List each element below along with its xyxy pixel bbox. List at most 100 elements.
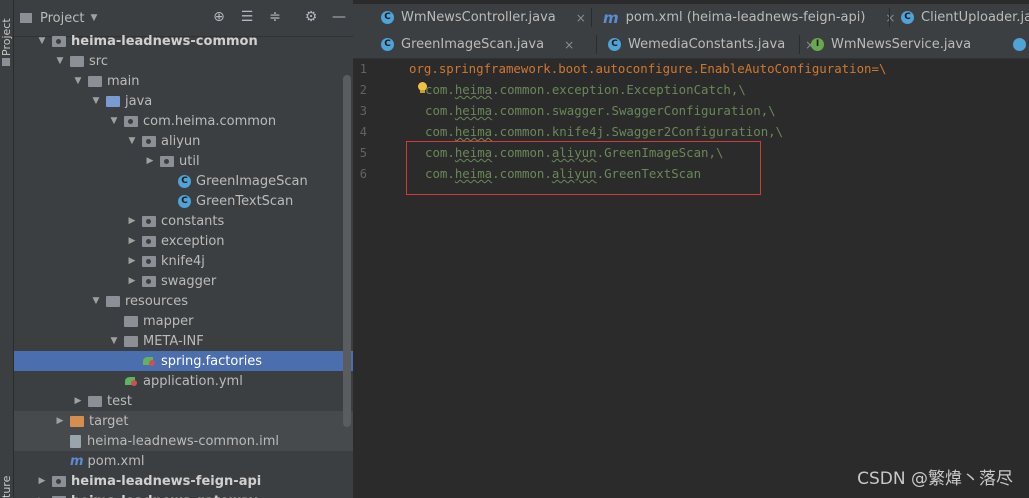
tree-item[interactable]: ▼ src [14,51,353,71]
java-class-icon: C [608,38,621,51]
chevron-down-icon[interactable]: ▼ [90,296,102,306]
expand-all-icon[interactable]: ☰ [239,9,255,25]
tree-item-label: mapper [143,313,194,329]
tree-item[interactable]: ▶spring.factories [14,351,353,371]
tree-item-label: spring.factories [161,353,263,369]
tree-item[interactable]: ▶ test [14,391,353,411]
tree-item[interactable]: ▼ aliyun [14,131,353,151]
tree-item[interactable]: ▶heima-leadnews-gateway [14,491,353,498]
chevron-right-icon[interactable]: ▶ [126,236,138,246]
tab-label: WmNewsController.java [401,10,556,25]
crosshair-icon[interactable]: ⊕ [211,9,227,25]
close-icon[interactable]: × [576,11,586,25]
chevron-right-icon[interactable]: ▶ [126,216,138,226]
project-view-icon [20,13,32,23]
editor-tab[interactable]: C GreenImageScan.java × [381,31,574,58]
close-icon[interactable]: × [885,11,895,25]
tree-item[interactable]: ▶ constants [14,211,353,231]
editor-tab[interactable]: m pom.xml (heima-leadnews-feign-api) × [603,4,895,31]
code-line-2[interactable]: com.heima.common.exception.ExceptionCatc… [425,82,746,97]
chevron-down-icon[interactable]: ▼ [108,116,120,126]
package-icon [160,155,174,167]
tree-item-label: heima-leadnews-gateway [71,494,258,498]
code-line-4[interactable]: com.heima.common.knife4j.Swagger2Configu… [425,124,783,139]
tree-scrollbar[interactable] [343,75,351,427]
tree-item[interactable]: ▼ com.heima.common [14,111,353,131]
minimize-icon[interactable]: — [331,9,347,25]
chevron-right-icon[interactable]: ▶ [54,416,66,426]
project-view-selector[interactable]: Project [40,11,84,26]
tree-item[interactable]: ▶ knife4j [14,251,353,271]
tab-label: ClientUploader.java [921,10,1029,25]
chevron-right-icon[interactable]: ▶ [126,256,138,266]
tree-item[interactable]: ▶ target [14,411,353,431]
tree-item-label: target [89,413,129,429]
tree-item[interactable]: ▼ resources [14,291,353,311]
structure-tool-button[interactable]: ture [0,470,13,498]
tree-item-label: java [125,93,153,109]
java-class-icon: C [381,38,394,51]
chevron-down-icon[interactable]: ▼ [36,36,48,46]
editor-tab[interactable]: CWemediaConstants.java× [608,31,815,58]
tree-item[interactable]: ▶CGreenImageScan [14,171,353,191]
tree-item-label: test [107,393,132,409]
tree-item[interactable]: ▶CGreenTextScan [14,191,353,211]
java-class-icon[interactable] [1013,38,1026,51]
tool-window-strip: Project ture [0,0,14,498]
project-tool-button[interactable]: Project [0,4,13,56]
chevron-down-icon[interactable]: ▼ [90,96,102,106]
tree-item[interactable]: ▼ heima-leadnews-common [14,31,353,51]
tree-item[interactable]: ▶ swagger [14,271,353,291]
code-token: com. [425,124,455,139]
tree-item-label: META-INF [143,333,204,349]
chevron-down-icon[interactable]: ▼ [126,136,138,146]
tree-item-label: src [89,53,108,69]
module-icon [52,35,66,47]
chevron-right-icon[interactable]: ▶ [126,276,138,286]
tree-item-label: main [107,73,140,89]
gear-icon[interactable]: ⚙ [303,9,319,25]
editor-area: C WmNewsController.java × m pom.xml (heima-l… [353,0,1029,498]
tree-item-label: exception [161,233,225,249]
chevron-right-icon[interactable]: ▶ [72,396,84,406]
tree-item-label: resources [125,293,189,309]
close-icon[interactable]: × [564,38,574,52]
property-separator: =\ [871,61,887,76]
tree-item[interactable]: ▶mapper [14,311,353,331]
collapse-all-icon[interactable]: ≑ [267,9,283,25]
spring-config-icon [142,355,156,367]
package-icon [142,135,156,147]
editor-tab[interactable]: C WmNewsController.java × [381,4,586,31]
editor-tab[interactable]: C ClientUploader.java [901,4,1029,31]
tree-item[interactable]: ▼ META-INF [14,331,353,351]
chevron-down-icon[interactable]: ▼ [90,13,97,23]
chevron-right-icon[interactable]: ▶ [36,476,48,486]
chevron-down-icon[interactable]: ▼ [72,76,84,86]
line-number: 4 [359,125,367,139]
tree-item-label: GreenTextScan [196,193,294,209]
editor-tab[interactable]: I WmNewsService.java [811,31,971,58]
tree-item[interactable]: ▼ main [14,71,353,91]
tree-item[interactable]: ▶ heima-leadnews-feign-api [14,471,353,491]
chevron-down-icon[interactable]: ▼ [108,336,120,346]
tree-item[interactable]: ▶heima-leadnews-common.iml [14,431,353,451]
tree-item-label: swagger [161,273,217,289]
tree-item[interactable]: ▶application.yml [14,371,353,391]
chevron-right-icon[interactable]: ▶ [144,156,156,166]
tree-item[interactable]: ▶ util [14,151,353,171]
java-interface-icon: I [811,38,824,51]
tab-separator [596,35,597,54]
line-number: 5 [359,146,367,160]
code-token: com. [425,82,455,97]
maven-icon: m [603,8,619,27]
chevron-down-icon[interactable]: ▼ [54,56,66,66]
code-token: com. [425,103,455,118]
tab-label: WmNewsService.java [831,37,972,52]
java-class-icon: C [381,11,394,24]
tree-item[interactable]: ▶ exception [14,231,353,251]
tree-item[interactable]: ▶mpom.xml [14,451,353,471]
module-icon [52,475,66,487]
code-line-1[interactable]: org.springframework.boot.autoconfigure.E… [409,61,886,76]
tree-item[interactable]: ▼ java [14,91,353,111]
code-line-3[interactable]: com.heima.common.swagger.SwaggerConfigur… [425,103,776,118]
